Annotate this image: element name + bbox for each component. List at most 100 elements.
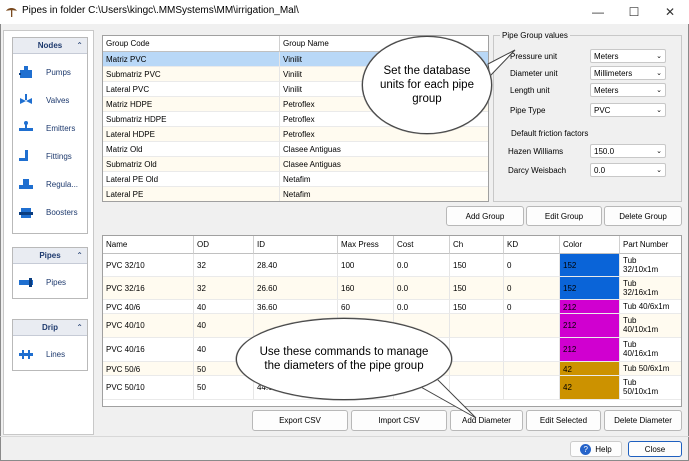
group-code-cell: Lateral PVC	[103, 82, 280, 97]
friction-select[interactable]: 150.0 ⌄	[590, 144, 666, 158]
sidebar-item-label: Boosters	[46, 208, 78, 217]
color-cell: 212	[560, 338, 620, 362]
name-cell: PVC 32/16	[103, 277, 194, 300]
column-header[interactable]: Part Number	[620, 236, 681, 254]
group-code-cell: Matriz HDPE	[103, 97, 280, 112]
unit-select[interactable]: Meters ⌄	[590, 83, 666, 97]
select-value: Millimeters	[594, 69, 633, 78]
help-label: Help	[595, 444, 612, 454]
sidebar-item-pipes[interactable]: Pipes	[13, 270, 87, 296]
column-header[interactable]: Max Press	[338, 236, 394, 254]
group-code-cell: Submatriz PVC	[103, 67, 280, 82]
kd-cell: 0	[504, 277, 560, 300]
chevron-down-icon: ⌄	[656, 148, 662, 155]
kd-cell	[504, 314, 560, 338]
pipe-icon	[19, 278, 33, 287]
column-header[interactable]: OD	[194, 236, 254, 254]
part-cell: Tub 40/6x1m	[620, 300, 681, 314]
collapse-chevron-icon[interactable]: ⌃	[76, 323, 83, 332]
sidebar-item-pumps[interactable]: Pumps	[13, 60, 87, 86]
name-cell: PVC 50/10	[103, 376, 194, 400]
group-table-row[interactable]: Lateral PE Old Netafim	[103, 172, 488, 187]
maxp-cell: 100	[338, 254, 394, 277]
cost-cell: 0.0	[394, 254, 450, 277]
part-cell: Tub 50/10x1m	[620, 376, 681, 400]
emitter-icon	[19, 121, 33, 131]
help-button[interactable]: ? Help	[570, 441, 622, 457]
sidebar-group-header[interactable]: Nodes ⌃	[13, 38, 87, 54]
color-cell: 42	[560, 362, 620, 376]
friction-label: Darcy Weisbach	[508, 166, 567, 175]
edit-selected-button[interactable]: Edit Selected	[526, 410, 601, 431]
ch-cell: 150	[450, 254, 504, 277]
sidebar-group-header[interactable]: Drip ⌃	[13, 320, 87, 336]
sidebar-item-lines[interactable]: Lines	[13, 342, 87, 368]
group-code-cell: Lateral PE Old	[103, 172, 280, 187]
name-cell: PVC 50/6	[103, 362, 194, 376]
part-cell: Tub 40/10x1m	[620, 314, 681, 338]
sidebar-item-emitters[interactable]: Emitters	[13, 116, 87, 142]
sidebar-group-header[interactable]: Pipes ⌃	[13, 248, 87, 264]
sidebar-item-boosters[interactable]: Boosters	[13, 200, 87, 226]
regulator-icon	[19, 179, 33, 189]
column-header[interactable]: KD	[504, 236, 560, 254]
select-value: 0.0	[594, 166, 606, 175]
id-cell: 26.60	[254, 277, 338, 300]
chevron-down-icon: ⌄	[656, 53, 662, 60]
close-button[interactable]: Close	[628, 441, 682, 457]
sidebar-item-label: Pumps	[46, 68, 71, 77]
group-table-row[interactable]: Matriz Old Clasee Antiguas	[103, 142, 488, 157]
close-window-button[interactable]: ✕	[652, 0, 688, 24]
select-value: Meters	[594, 52, 619, 61]
diameter-table-row[interactable]: PVC 32/16 32 26.60 160 0.0 150 0 152 Tub 32/16x1…	[103, 277, 681, 300]
column-header[interactable]: Ch	[450, 236, 504, 254]
callout-diameters: Use these commands to manage the diamete…	[236, 318, 452, 400]
group-table-row[interactable]: Lateral PE Netafim	[103, 187, 488, 201]
add-group-button[interactable]: Add Group	[446, 206, 524, 226]
maxp-cell: 160	[338, 277, 394, 300]
column-header[interactable]: Name	[103, 236, 194, 254]
column-header[interactable]: Color	[560, 236, 620, 254]
diameter-table-header: Name OD ID Max Press Cost Ch KD Color Part Numbe…	[103, 236, 681, 254]
unit-select[interactable]: Millimeters ⌄	[590, 66, 666, 80]
kd-cell	[504, 362, 560, 376]
maximize-button[interactable]: ☐	[616, 0, 652, 24]
sidebar-item-fittings[interactable]: Fittings	[13, 144, 87, 170]
part-cell: Tub 32/16x1m	[620, 277, 681, 300]
color-cell: 42	[560, 376, 620, 400]
kd-cell	[504, 338, 560, 362]
collapse-chevron-icon[interactable]: ⌃	[76, 41, 83, 50]
name-cell: PVC 40/6	[103, 300, 194, 314]
select-value: PVC	[594, 106, 611, 115]
edit-group-button[interactable]: Edit Group	[526, 206, 602, 226]
column-header[interactable]: Group Code	[103, 36, 280, 52]
group-name-cell: Netafim	[280, 172, 488, 187]
delete-diameter-button[interactable]: Delete Diameter	[604, 410, 682, 431]
sidebar-item-label: Regula...	[46, 180, 79, 189]
sidebar-item-valves[interactable]: Valves	[13, 88, 87, 114]
pump-icon	[19, 66, 32, 78]
column-header[interactable]: ID	[254, 236, 338, 254]
sidebar-group-pipes: Pipes ⌃ Pipes	[12, 247, 88, 299]
part-cell: Tub 32/10x1m	[620, 254, 681, 277]
kd-cell	[504, 376, 560, 400]
group-table-row[interactable]: Submatriz Old Clasee Antiguas	[103, 157, 488, 172]
sidebar: Nodes ⌃ Pumps Valves Emitters Fittings R…	[3, 30, 94, 435]
unit-select[interactable]: Meters ⌄	[590, 49, 666, 63]
diameter-table-row[interactable]: PVC 32/10 32 28.40 100 0.0 150 0 152 Tub 32/10x1…	[103, 254, 681, 277]
minimize-button[interactable]: —	[580, 0, 616, 24]
column-header[interactable]: Cost	[394, 236, 450, 254]
fitting-icon	[19, 150, 28, 161]
collapse-chevron-icon[interactable]: ⌃	[76, 251, 83, 260]
footer-divider	[0, 436, 689, 437]
sidebar-item-label: Emitters	[46, 124, 76, 133]
cost-cell: 0.0	[394, 277, 450, 300]
color-cell: 212	[560, 314, 620, 338]
group-code-cell: Lateral HDPE	[103, 127, 280, 142]
unit-select[interactable]: PVC ⌄	[590, 103, 666, 117]
friction-select[interactable]: 0.0 ⌄	[590, 163, 666, 177]
sidebar-item-regulators[interactable]: Regula...	[13, 172, 87, 198]
part-cell: Tub 50/6x1m	[620, 362, 681, 376]
kd-cell: 0	[504, 254, 560, 277]
delete-group-button[interactable]: Delete Group	[604, 206, 682, 226]
